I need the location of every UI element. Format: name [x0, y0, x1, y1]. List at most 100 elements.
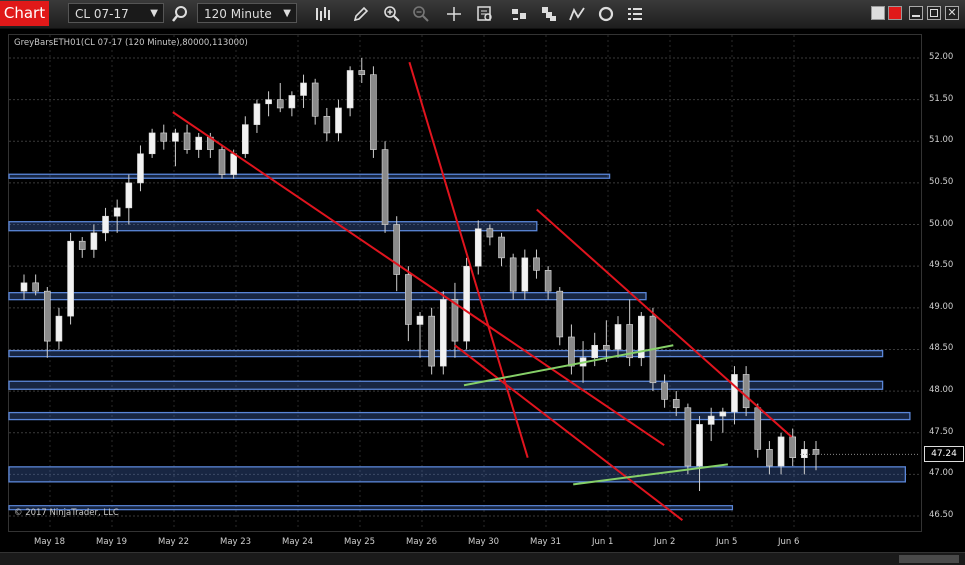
price-chart[interactable]: [0, 0, 965, 564]
price-tick-label: 51.00: [929, 135, 954, 146]
candle-body[interactable]: [731, 374, 738, 413]
candle-body[interactable]: [498, 236, 505, 259]
candle-body[interactable]: [32, 282, 39, 292]
candle-body[interactable]: [346, 70, 354, 109]
candle-body[interactable]: [544, 270, 552, 292]
time-tick-label: May 31: [530, 537, 562, 547]
candle-body[interactable]: [265, 99, 272, 105]
time-tick-label: May 19: [96, 537, 128, 547]
candle-body[interactable]: [801, 449, 808, 459]
candle-body[interactable]: [288, 95, 296, 109]
price-tick-label: 48.00: [929, 385, 954, 396]
time-tick-label: May 22: [158, 537, 190, 547]
candle-body[interactable]: [789, 436, 797, 459]
support-resistance-zone[interactable]: [8, 466, 906, 483]
time-tick-label: May 30: [468, 537, 500, 547]
candle-body[interactable]: [405, 274, 412, 325]
candle-body[interactable]: [439, 299, 447, 367]
candle-body[interactable]: [719, 411, 727, 417]
candle-body[interactable]: [113, 207, 121, 217]
candle-body[interactable]: [591, 344, 599, 359]
candle-body[interactable]: [358, 70, 366, 75]
candle-body[interactable]: [137, 153, 144, 184]
price-tick-label: 50.00: [929, 218, 954, 229]
candle-body[interactable]: [370, 74, 377, 150]
candle-body[interactable]: [684, 407, 692, 467]
candle-body[interactable]: [183, 132, 191, 150]
support-resistance-zone[interactable]: [8, 292, 647, 301]
candle-body[interactable]: [661, 382, 668, 400]
candle-body[interactable]: [160, 132, 168, 142]
price-tick-label: 49.00: [929, 301, 954, 312]
price-tick-label: 47.50: [929, 426, 954, 437]
candle-body[interactable]: [672, 399, 680, 409]
candle-body[interactable]: [311, 82, 319, 117]
candle-body[interactable]: [603, 344, 610, 350]
chart-title: GreyBarsETH01(CL 07-17 (120 Minute),8000…: [14, 38, 248, 48]
candle-body[interactable]: [486, 228, 494, 238]
candle-body[interactable]: [696, 424, 703, 467]
scroll-thumb[interactable]: [899, 555, 959, 563]
candle-body[interactable]: [276, 99, 284, 109]
candle-body[interactable]: [556, 290, 564, 338]
price-tick-label: 49.50: [929, 260, 954, 271]
candle-body[interactable]: [428, 315, 435, 367]
candle-body[interactable]: [521, 257, 529, 292]
time-tick-label: Jun 2: [654, 537, 676, 547]
candle-body[interactable]: [125, 182, 133, 209]
price-tick-label: 52.00: [929, 52, 954, 62]
candle-body[interactable]: [20, 282, 28, 292]
candle-body[interactable]: [195, 136, 203, 150]
time-tick-label: May 23: [220, 537, 252, 547]
candle-body[interactable]: [253, 103, 261, 125]
candle-body[interactable]: [533, 257, 540, 271]
candle-body[interactable]: [90, 232, 98, 250]
last-price-label: 47.24: [924, 446, 964, 462]
candle-body[interactable]: [463, 265, 470, 342]
time-tick-label: May 18: [34, 537, 66, 547]
support-resistance-zone[interactable]: [8, 411, 911, 421]
candle-body[interactable]: [241, 124, 249, 155]
candle-body[interactable]: [55, 315, 63, 342]
support-resistance-zone[interactable]: [8, 380, 884, 390]
time-tick-label: Jun 5: [716, 537, 738, 547]
time-tick-label: May 25: [344, 537, 376, 547]
candle-body[interactable]: [172, 132, 179, 142]
horizontal-scrollbar[interactable]: [0, 552, 965, 565]
candle-body[interactable]: [78, 240, 86, 250]
candle-body[interactable]: [230, 153, 237, 175]
time-tick-label: Jun 6: [778, 537, 800, 547]
price-tick-label: 47.00: [929, 468, 954, 479]
candle-body[interactable]: [707, 415, 715, 425]
price-tick-label: 50.50: [929, 176, 954, 187]
candle-body[interactable]: [148, 132, 156, 155]
time-tick-label: May 26: [406, 537, 438, 547]
price-tick-label: 46.50: [929, 510, 954, 520]
copyright-text: © 2017 NinjaTrader, LLC: [14, 508, 119, 518]
candle-body[interactable]: [766, 449, 773, 467]
candle-body[interactable]: [381, 149, 389, 225]
time-tick-label: May 24: [282, 537, 314, 547]
price-tick-label: 51.50: [929, 93, 954, 104]
candle-body[interactable]: [335, 107, 342, 134]
candle-body[interactable]: [102, 215, 109, 234]
candle-body[interactable]: [568, 336, 575, 367]
support-resistance-zone[interactable]: [8, 173, 611, 179]
candle-body[interactable]: [742, 374, 750, 409]
candle-body[interactable]: [474, 228, 482, 267]
candle-body[interactable]: [754, 407, 762, 450]
candle-body[interactable]: [323, 115, 331, 134]
candle-body[interactable]: [218, 149, 226, 175]
candle-body[interactable]: [416, 315, 424, 325]
candle-body[interactable]: [812, 449, 820, 455]
candle-body[interactable]: [509, 257, 517, 292]
trend-line[interactable]: [172, 111, 665, 447]
candle-body[interactable]: [777, 436, 785, 467]
candle-body[interactable]: [393, 224, 401, 275]
time-tick-label: Jun 1: [592, 537, 614, 547]
candle-body[interactable]: [300, 82, 307, 96]
candle-body[interactable]: [43, 290, 51, 342]
candle-body[interactable]: [614, 324, 622, 350]
price-tick-label: 48.50: [929, 343, 954, 354]
candle-body[interactable]: [67, 240, 74, 317]
